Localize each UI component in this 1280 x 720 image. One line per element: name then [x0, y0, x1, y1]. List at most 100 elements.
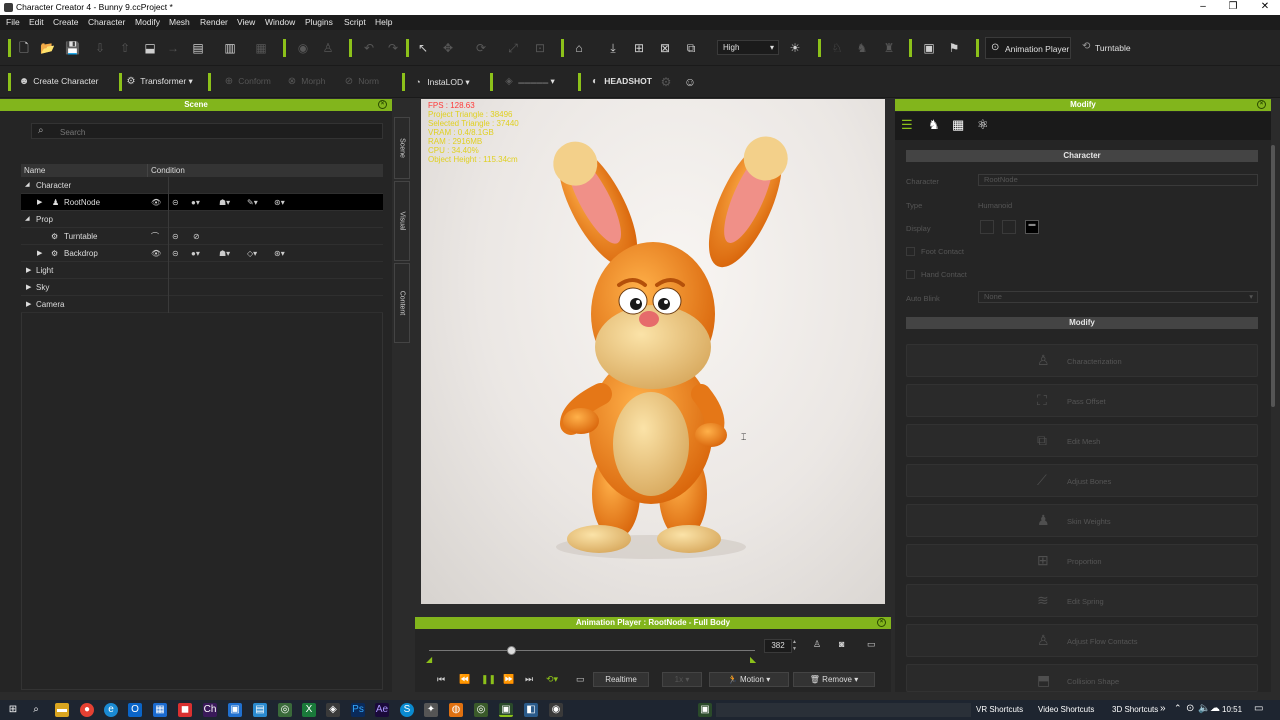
menu-window[interactable]: Window: [265, 17, 295, 27]
app-icon[interactable]: ✦: [424, 703, 438, 717]
pose-icon[interactable]: ♘: [830, 41, 844, 55]
target-icon[interactable]: ⊛▾: [274, 194, 285, 211]
character-creator-taskbar-icon[interactable]: ▣: [499, 703, 513, 717]
step-back-icon[interactable]: ⏪: [459, 674, 470, 685]
visibility-eye-icon[interactable]: 👁: [151, 245, 161, 262]
app-icon[interactable]: ◧: [524, 703, 538, 717]
drop-to-floor-icon[interactable]: ⤓: [606, 41, 620, 55]
menu-character[interactable]: Character: [88, 17, 125, 27]
move-icon[interactable]: ✥: [441, 41, 455, 55]
walk-icon[interactable]: ♙: [813, 639, 821, 650]
windows-start-icon[interactable]: ⊞: [6, 703, 20, 717]
restore-button[interactable]: ❐: [1218, 0, 1248, 15]
outlook-icon[interactable]: O: [128, 703, 142, 717]
display-option-2[interactable]: [1002, 220, 1016, 234]
menu-create[interactable]: Create: [53, 17, 79, 27]
hand-contact-checkbox[interactable]: [906, 270, 915, 279]
motion-dropdown[interactable]: 🏃 Motion ▾: [709, 672, 789, 687]
after-effects-icon[interactable]: Ae: [375, 703, 389, 717]
character-field-value[interactable]: RootNode: [978, 174, 1258, 186]
visibility-off-icon[interactable]: ⌒: [151, 228, 159, 245]
pose-tab-icon[interactable]: ♞: [928, 117, 940, 133]
timeline-track[interactable]: [429, 650, 755, 651]
excel-icon[interactable]: X: [302, 703, 316, 717]
photoshop-icon[interactable]: Ps: [351, 703, 365, 717]
network-icon[interactable]: ⊙: [1186, 703, 1194, 714]
menu-edit[interactable]: Edit: [29, 17, 44, 27]
menu-render[interactable]: Render: [200, 17, 228, 27]
blender-icon[interactable]: ◍: [449, 703, 463, 717]
range-start-marker[interactable]: ◢: [426, 655, 432, 664]
vr-shortcuts-toolbar[interactable]: VR Shortcuts: [976, 705, 1023, 714]
chevron-up-icon[interactable]: ⌃: [1174, 703, 1182, 714]
skin-weights-button[interactable]: ♟ Skin Weights: [906, 504, 1258, 537]
edit-mesh-button[interactable]: ⧉ Edit Mesh: [906, 424, 1258, 457]
open-folder-icon[interactable]: 📂: [40, 41, 55, 55]
redo-icon[interactable]: ↷: [386, 41, 400, 55]
tree-row-prop[interactable]: ◢ Prop: [21, 211, 383, 228]
minimize-button[interactable]: –: [1188, 0, 1218, 15]
close-icon[interactable]: ×: [378, 100, 387, 109]
pause-icon[interactable]: ❚❚: [481, 674, 496, 685]
pass-offset-button[interactable]: ⛶ Pass Offset: [906, 384, 1258, 417]
shadow-icon[interactable]: ☗▾: [219, 245, 230, 262]
atom-icon[interactable]: ⚛: [977, 117, 989, 133]
chrome-icon[interactable]: ●: [80, 703, 94, 717]
select-arrow-icon[interactable]: ↖: [416, 41, 430, 55]
3d-shortcuts-toolbar[interactable]: 3D Shortcuts: [1112, 705, 1158, 714]
app-icon[interactable]: ◎: [278, 703, 292, 717]
character-animator-icon[interactable]: Ch: [203, 703, 217, 717]
auto-blink-dropdown[interactable]: None ▾: [978, 291, 1258, 303]
tree-row-light[interactable]: ▶ Light: [21, 262, 383, 279]
shadow-icon[interactable]: ☗▾: [219, 194, 230, 211]
app-icon[interactable]: ▤: [253, 703, 267, 717]
toolbar-overflow-icon[interactable]: »: [1160, 703, 1166, 714]
morph-icon[interactable]: ♜: [882, 41, 896, 55]
camera-icon[interactable]: ◙: [839, 639, 844, 649]
close-icon[interactable]: ×: [1257, 100, 1266, 109]
section-modify[interactable]: Modify: [906, 317, 1258, 329]
import-icon[interactable]: ⇩: [93, 41, 107, 55]
turntable-button[interactable]: ⟲ Turntable: [1080, 37, 1150, 59]
app-icon[interactable]: ◼: [178, 703, 192, 717]
menu-help[interactable]: Help: [375, 17, 392, 27]
column-header-condition[interactable]: Condition: [147, 164, 383, 177]
substance-button[interactable]: ◈ ▬▬▬▬▬ ▾: [502, 75, 555, 89]
frame-input[interactable]: 382: [764, 639, 792, 653]
cloud-icon[interactable]: ☁: [1210, 703, 1220, 714]
video-shortcuts-toolbar[interactable]: Video Shortcuts: [1038, 705, 1094, 714]
animation-player-button[interactable]: ⊙ Animation Player: [985, 37, 1071, 59]
edge-icon[interactable]: e: [104, 703, 118, 717]
menu-view[interactable]: View: [237, 17, 255, 27]
new-file-icon[interactable]: 🗋: [17, 41, 31, 55]
modify-scrollbar[interactable]: [1271, 145, 1275, 407]
characterization-button[interactable]: ♙ Characterization: [906, 344, 1258, 377]
norm-button[interactable]: ⊘ Norm: [342, 75, 379, 89]
skip-end-icon[interactable]: ⏭: [525, 674, 533, 685]
range-end-marker[interactable]: ◣: [750, 655, 756, 664]
visibility-eye-icon[interactable]: 👁: [151, 194, 161, 211]
person-icon[interactable]: ♙: [321, 41, 335, 55]
section-character[interactable]: Character: [906, 150, 1258, 162]
flag-icon[interactable]: ⚑: [947, 41, 961, 55]
headshot-button[interactable]: ◐ HEADSHOT: [588, 75, 652, 89]
3d-viewport[interactable]: FPS : 128.63 Project Triangle : 38496 Se…: [421, 99, 885, 604]
tree-row-sky[interactable]: ▶ Sky: [21, 279, 383, 296]
checker-icon[interactable]: ▦: [952, 117, 964, 133]
render-icon[interactable]: ◉: [296, 41, 310, 55]
rotate-icon[interactable]: ⟳: [474, 41, 488, 55]
tree-row-turntable[interactable]: ⚙ Turntable ⌒ ⊝ ⊘: [21, 228, 383, 245]
tray-app-icon[interactable]: ▣: [698, 703, 712, 717]
tree-row-backdrop[interactable]: ▶ ⚙ Backdrop 👁 ⊝ ●▾ ☗▾ ◇▾ ⊛▾: [21, 245, 383, 262]
frame-all-icon[interactable]: ⊞: [632, 41, 646, 55]
export-clip-icon[interactable]: ▦: [254, 41, 268, 55]
skype-icon[interactable]: S: [400, 703, 414, 717]
layout-icon[interactable]: ▣: [922, 41, 936, 55]
motion-icon[interactable]: ♞: [855, 41, 869, 55]
target-icon[interactable]: ⊘: [193, 228, 200, 245]
timeline-scrubber[interactable]: [506, 646, 516, 655]
window-toggle-icon[interactable]: ▭: [867, 639, 876, 650]
bone-icon[interactable]: ✎▾: [247, 194, 258, 211]
foot-contact-checkbox[interactable]: [906, 247, 915, 256]
display-option-1[interactable]: [980, 220, 994, 234]
